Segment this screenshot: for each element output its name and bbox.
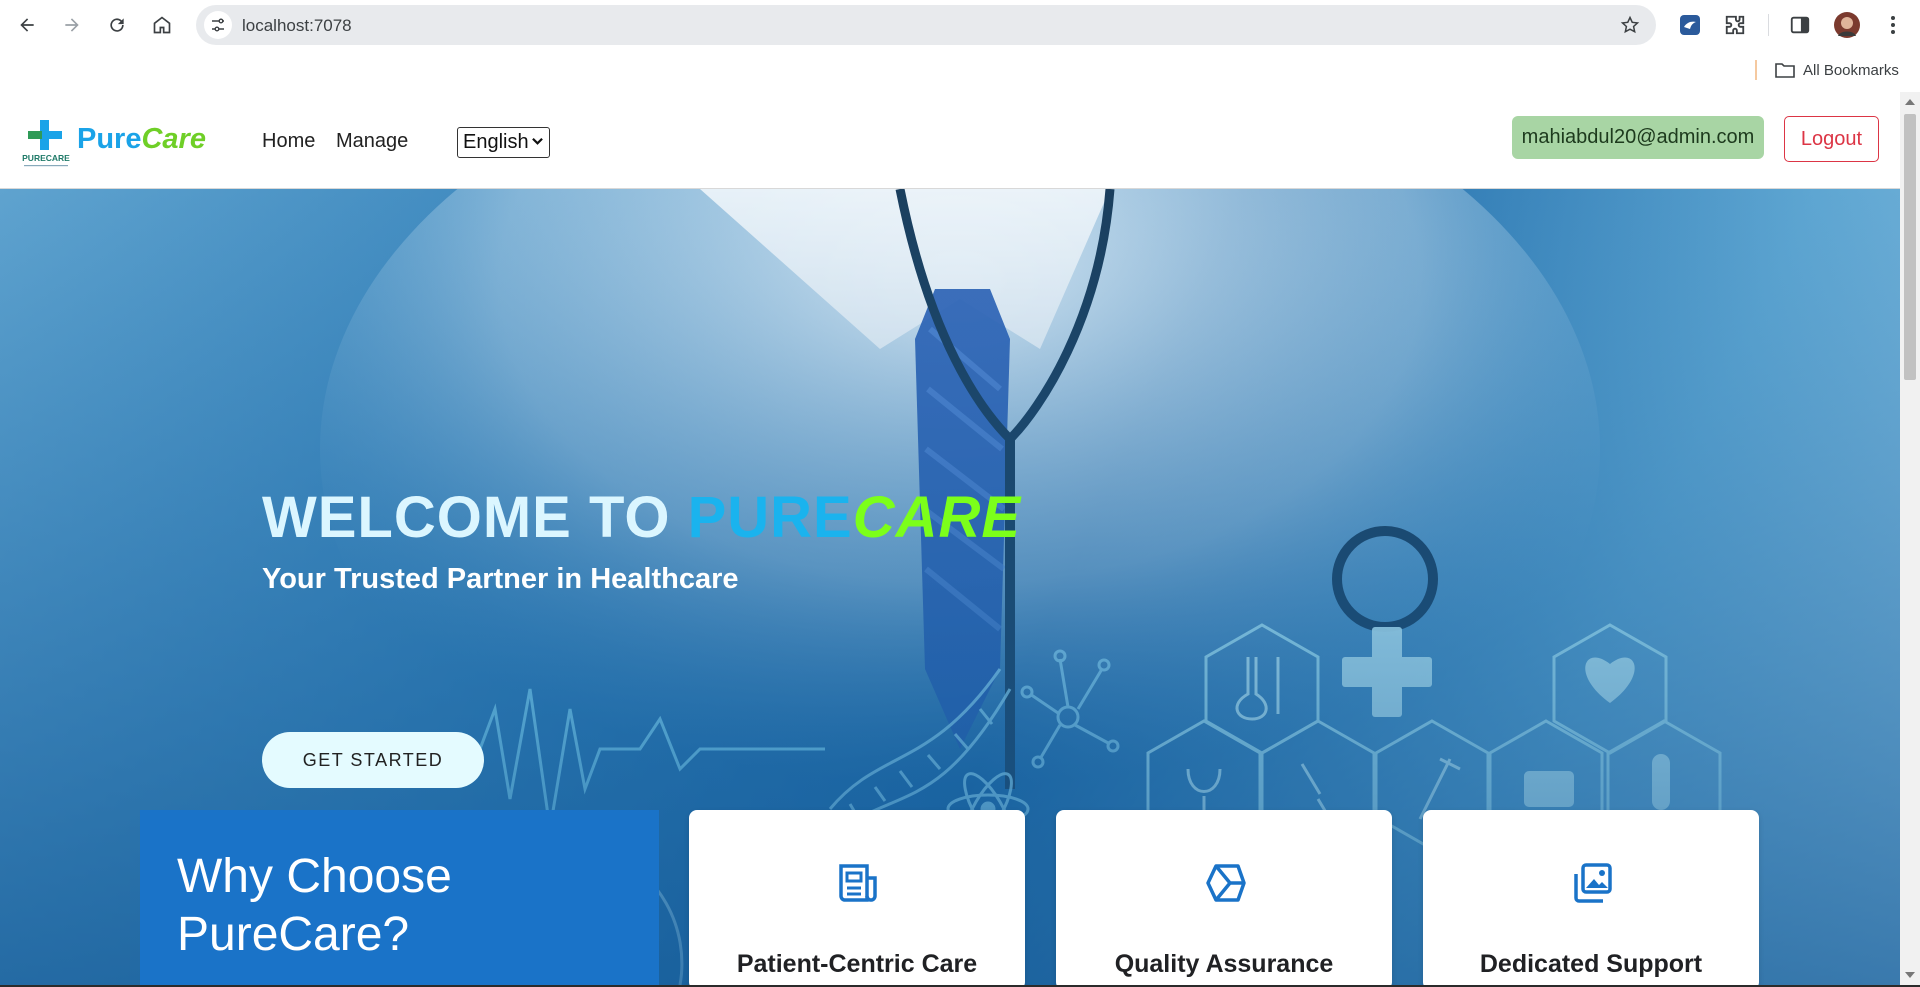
profile-avatar[interactable] [1834, 12, 1860, 38]
back-button[interactable] [10, 8, 44, 42]
logo-word-pure: Pure [77, 123, 142, 155]
feature-card-dedicated-support[interactable]: Dedicated Support [1423, 810, 1759, 985]
home-icon [153, 16, 171, 34]
feature-card-label: Quality Assurance [1114, 950, 1334, 978]
get-started-button[interactable]: GET STARTED [262, 732, 484, 788]
language-select[interactable]: English [457, 127, 550, 158]
bookmark-star-icon[interactable] [1620, 15, 1640, 35]
home-button[interactable] [145, 8, 179, 42]
folder-icon [1775, 63, 1795, 78]
arrow-right-icon [65, 18, 79, 32]
logo-wordmark[interactable]: PureCare [77, 123, 206, 156]
forward-button[interactable] [55, 8, 89, 42]
url-text: localhost:7078 [242, 16, 352, 35]
logo-word-care: Care [141, 123, 206, 155]
reload-button[interactable] [100, 8, 134, 42]
nav-home-link[interactable]: Home [262, 130, 315, 153]
why-choose-heading: Why Choose PureCare? [177, 850, 452, 961]
feature-card-label: Patient-Centric Care [736, 950, 978, 978]
browser-toolbar: localhost:7078 [0, 0, 1920, 48]
hero-title-prefix: WELCOME TO [262, 485, 688, 550]
extensions-puzzle-icon[interactable] [1722, 12, 1748, 38]
browser-menu-icon[interactable] [1880, 12, 1906, 38]
chevron-down-icon [532, 137, 543, 145]
hero-title-care: CARE [852, 485, 1022, 550]
language-selected-value: English [463, 131, 529, 153]
site-header: PURECARE PureCare Home Manage English ma… [0, 92, 1900, 189]
logo-badge-text: PURECARE [22, 153, 70, 163]
page-viewport: PURECARE PureCare Home Manage English ma… [0, 92, 1900, 985]
arrow-left-icon [20, 18, 34, 32]
page-scrollbar[interactable] [1900, 92, 1920, 985]
image-gallery-icon [1574, 863, 1612, 903]
cube-icon [1206, 864, 1246, 902]
all-bookmarks-label: All Bookmarks [1803, 61, 1899, 79]
scroll-up-arrow-icon[interactable] [1905, 99, 1915, 105]
side-panel-icon[interactable] [1787, 12, 1813, 38]
nav-manage-link[interactable]: Manage [336, 130, 408, 153]
site-info-icon[interactable] [204, 11, 232, 39]
feature-card-quality-assurance[interactable]: Quality Assurance [1056, 810, 1392, 985]
hero-title: WELCOME TO PURECARE [262, 484, 1021, 551]
hero-subtitle: Your Trusted Partner in Healthcare [262, 563, 739, 595]
document-icon [839, 864, 877, 902]
why-choose-panel: Why Choose PureCare? [140, 810, 659, 985]
all-bookmarks-button[interactable]: All Bookmarks [1775, 58, 1899, 82]
logout-button[interactable]: Logout [1784, 116, 1879, 162]
hero-title-pure: PURE [687, 485, 853, 550]
feature-card-label: Dedicated Support [1479, 950, 1703, 978]
address-bar[interactable]: localhost:7078 [196, 5, 1656, 45]
reload-icon [110, 18, 124, 32]
extension-shield-icon[interactable] [1677, 12, 1703, 38]
user-email-badge: mahiabdul20@admin.com [1512, 116, 1764, 159]
scroll-thumb[interactable] [1904, 114, 1916, 380]
purecare-logo-icon[interactable]: PURECARE [20, 120, 72, 172]
bookmarks-bar [0, 48, 1920, 92]
scroll-down-arrow-icon[interactable] [1905, 972, 1915, 978]
feature-card-patient-centric[interactable]: Patient-Centric Care [689, 810, 1025, 985]
